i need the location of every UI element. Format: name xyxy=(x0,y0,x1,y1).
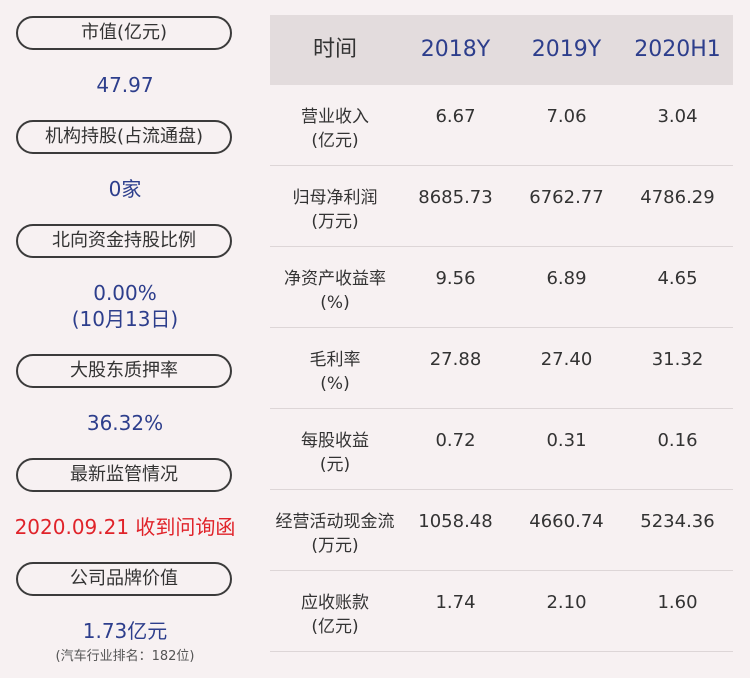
brand-value-label: 公司品牌价值 xyxy=(16,562,232,596)
table-cell: 5234.36 xyxy=(640,511,715,532)
table-cell: 8685.73 xyxy=(418,187,493,208)
row-label: 营业收入 (亿元) xyxy=(301,107,369,151)
table-cell: 0.31 xyxy=(546,430,587,451)
table-cell: 31.32 xyxy=(651,349,704,370)
table-cell: 27.88 xyxy=(429,349,482,370)
row-label: 归母净利润 (万元) xyxy=(292,188,378,232)
header-period-label: 时间 xyxy=(312,37,357,62)
table-cell: 9.56 xyxy=(435,268,476,289)
market-cap-value: 47.97 xyxy=(96,73,154,97)
institutional-holding-label: 机构持股(占流通盘) xyxy=(16,120,232,154)
header-year: 2018Y xyxy=(420,37,491,62)
northbound-ratio-date: (10月13日) xyxy=(71,307,179,331)
table-row: 每股收益 (元) 0.72 0.31 0.16 xyxy=(270,409,733,490)
table-row: 应收账款 (亿元) 1.74 2.10 1.60 xyxy=(270,571,733,652)
stock-summary-panel: 市值(亿元) 47.97 机构持股(占流通盘) 0家 北向资金持股比例 0.00… xyxy=(0,0,250,678)
table-row: 归母净利润 (万元) 8685.73 6762.77 4786.29 xyxy=(270,166,733,247)
table-cell: 7.06 xyxy=(546,106,587,127)
table-cell: 4786.29 xyxy=(640,187,715,208)
table-cell: 27.40 xyxy=(540,349,593,370)
row-label: 每股收益 (元) xyxy=(301,431,369,475)
table-cell: 1.60 xyxy=(657,592,698,613)
table-cell: 6.67 xyxy=(435,106,476,127)
table-cell: 3.04 xyxy=(657,106,698,127)
northbound-ratio-value: 0.00% xyxy=(93,281,157,305)
table-cell: 0.72 xyxy=(435,430,476,451)
header-year: 2019Y xyxy=(531,37,602,62)
table-cell: 4660.74 xyxy=(529,511,604,532)
row-label: 净资产收益率 (%) xyxy=(284,269,386,313)
table-row: 营业收入 (亿元) 6.67 7.06 3.04 xyxy=(270,85,733,166)
brand-rank-note: (汽车行业排名：182位) xyxy=(55,649,195,664)
northbound-ratio-label: 北向资金持股比例 xyxy=(16,224,232,258)
market-cap-label: 市值(亿元) xyxy=(16,16,232,50)
table-cell: 2.10 xyxy=(546,592,587,613)
table-row: 毛利率 (%) 27.88 27.40 31.32 xyxy=(270,328,733,409)
regulatory-status-value: 2020.09.21 收到问询函 xyxy=(14,515,236,539)
table-cell: 4.65 xyxy=(657,268,698,289)
table-cell: 1058.48 xyxy=(418,511,493,532)
table-cell: 0.16 xyxy=(657,430,698,451)
header-year: 2020H1 xyxy=(634,37,721,62)
institutional-holding-value: 0家 xyxy=(108,177,142,201)
pledge-ratio-label: 大股东质押率 xyxy=(16,354,232,388)
brand-value-value: 1.73亿元 xyxy=(82,619,168,643)
regulatory-status-label: 最新监管情况 xyxy=(16,458,232,492)
table-row: 净资产收益率 (%) 9.56 6.89 4.65 xyxy=(270,247,733,328)
table-cell: 6762.77 xyxy=(529,187,604,208)
pledge-ratio-value: 36.32% xyxy=(86,411,164,435)
table-cell: 1.74 xyxy=(435,592,476,613)
row-label: 毛利率 (%) xyxy=(309,350,361,394)
table-row: 经营活动现金流 (万元) 1058.48 4660.74 5234.36 xyxy=(270,490,733,571)
row-label: 应收账款 (亿元) xyxy=(301,593,369,637)
table-header: 时间 2018Y 2019Y 2020H1 xyxy=(270,15,733,85)
row-label: 经营活动现金流 (万元) xyxy=(275,512,395,556)
table-cell: 6.89 xyxy=(546,268,587,289)
